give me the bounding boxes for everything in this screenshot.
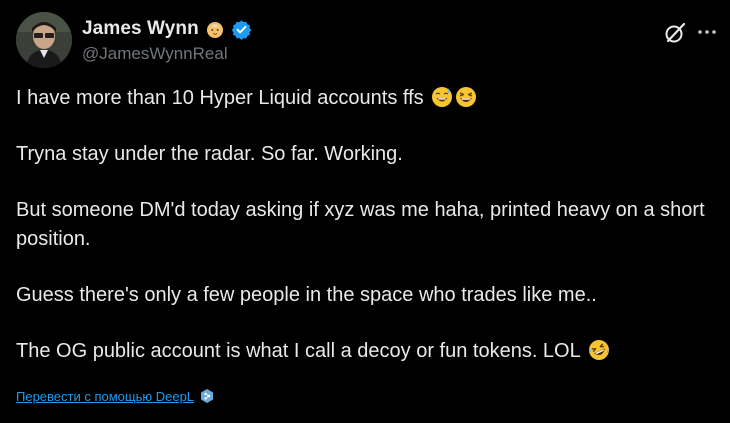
more-icon[interactable] <box>696 22 718 42</box>
tweet-paragraph-text: I have more than 10 Hyper Liquid account… <box>16 87 424 109</box>
translate-link[interactable]: Перевести с помощью DeepL <box>16 389 194 404</box>
avatar[interactable] <box>16 12 72 68</box>
tweet-text: I have more than 10 Hyper Liquid account… <box>16 84 716 366</box>
baby-emoji-icon <box>205 19 225 39</box>
tweet-paragraph: Tryna stay under the radar. So far. Work… <box>16 143 403 165</box>
squinting-grin-emoji-icon <box>455 86 477 108</box>
author-name-row: James Wynn <box>82 16 252 42</box>
tweet-paragraph: Guess there's only a few people in the s… <box>16 284 597 306</box>
grok-icon[interactable] <box>662 20 688 46</box>
author-display-name[interactable]: James Wynn <box>82 18 199 40</box>
tweet-paragraph: The OG public account is what I call a d… <box>16 337 716 366</box>
tweet-paragraph: But someone DM'd today asking if xyz was… <box>16 199 705 250</box>
profile-photo <box>16 12 72 68</box>
tweet-paragraph-text: The OG public account is what I call a d… <box>16 340 580 362</box>
rolling-laughing-emoji-icon <box>588 339 610 361</box>
grinning-sweat-emoji-icon <box>431 86 453 108</box>
tweet-paragraph: I have more than 10 Hyper Liquid account… <box>16 84 716 113</box>
translate-row: Перевести с помощью DeepL <box>16 388 215 404</box>
deepl-icon[interactable] <box>199 388 215 404</box>
author-handle[interactable]: @JamesWynnReal <box>82 44 228 64</box>
verified-badge-icon[interactable] <box>231 19 252 40</box>
